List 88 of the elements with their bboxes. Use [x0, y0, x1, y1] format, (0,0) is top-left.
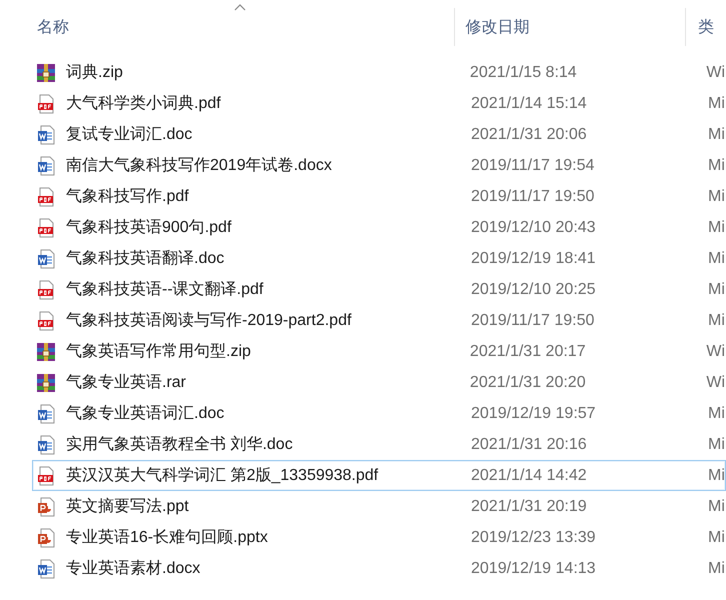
file-name: 大气科学类小词典.pdf: [66, 94, 221, 114]
modified-date: 2021/1/15 8:14: [468, 64, 578, 82]
modified-date: 2021/1/14 14:42: [470, 466, 588, 484]
modified-date: 2021/1/31 20:16: [470, 436, 588, 454]
file-row[interactable]: 气象科技英语翻译.doc 2019/12/19 18:41 Mi: [32, 243, 726, 274]
file-name: 英文摘要写法.ppt: [66, 496, 189, 517]
file-type: Mi: [707, 498, 725, 516]
pdf-file-icon: [36, 186, 56, 206]
pdf-file-icon: [36, 94, 56, 114]
archive-icon: [36, 62, 56, 82]
modified-date: 2019/12/19 19:57: [470, 404, 597, 422]
modified-date: 2021/1/31 20:17: [468, 342, 587, 360]
file-name: 气象科技英语翻译.doc: [66, 248, 224, 269]
file-row[interactable]: 英文摘要写法.ppt 2021/1/31 20:19 Mi: [32, 491, 726, 522]
file-type: Mi: [707, 436, 725, 454]
file-type: Mi: [707, 312, 725, 330]
word-document-icon: [36, 558, 56, 578]
file-name: 气象科技英语900句.pdf: [66, 218, 232, 238]
pdf-file-icon: [36, 466, 56, 486]
file-row[interactable]: 大气科学类小词典.pdf 2021/1/14 15:14 Mi: [32, 88, 726, 119]
file-type: Wi: [705, 64, 725, 82]
modified-date: 2019/11/17 19:50: [470, 188, 596, 206]
file-row-highlight[interactable]: 英汉汉英大气科学词汇 第2版_13359938.pdf 2021/1/14 14:42 Mi: [32, 460, 726, 491]
modified-date: 2019/11/17 19:50: [470, 312, 596, 330]
pdf-file-icon: [36, 218, 56, 238]
pdf-file-icon: [36, 310, 56, 330]
archive-icon: [36, 342, 56, 362]
file-type: Mi: [707, 188, 725, 206]
file-row[interactable]: 气象专业英语词汇.doc 2019/12/19 19:57 Mi: [32, 398, 726, 429]
word-document-icon: [36, 124, 56, 144]
word-document-icon: [36, 248, 56, 268]
file-type: Mi: [707, 218, 725, 236]
modified-date: 2021/1/31 20:06: [470, 126, 588, 144]
file-name: 专业英语素材.docx: [66, 558, 200, 579]
file-row[interactable]: 气象科技英语阅读与写作-2019-part2.pdf 2019/11/17 19:50 Mi: [32, 305, 726, 336]
modified-date: 2021/1/31 20:20: [468, 374, 587, 392]
file-name: 词典.zip: [66, 62, 123, 83]
file-row[interactable]: 专业英语16-长难句回顾.pptx 2019/12/23 13:39 Mi: [32, 522, 726, 553]
file-name: 南信大气象科技写作2019年试卷.docx: [66, 156, 332, 176]
file-name: 气象英语写作常用句型.zip: [66, 342, 251, 362]
file-row[interactable]: 气象科技英语--课文翻译.pdf 2019/12/10 20:25 Mi: [32, 274, 726, 305]
modified-date: 2019/12/19 14:13: [470, 560, 597, 578]
modified-date: 2019/12/23 13:39: [470, 528, 597, 546]
column-header[interactable]: 修改日期: [455, 8, 686, 46]
file-name: 专业英语16-长难句回顾.pptx: [66, 528, 268, 548]
file-name: 英汉汉英大气科学词汇 第2版_13359938.pdf: [66, 466, 378, 486]
word-document-icon: [36, 156, 56, 176]
file-type: Mi: [707, 126, 725, 144]
file-row[interactable]: 实用气象英语教程全书 刘华.doc 2021/1/31 20:16 Mi: [32, 429, 726, 460]
modified-date: 2021/1/31 20:19: [470, 498, 588, 516]
modified-date: 2019/12/19 18:41: [470, 250, 597, 268]
file-row[interactable]: 南信大气象科技写作2019年试卷.docx 2019/11/17 19:54 Mi: [32, 150, 726, 181]
file-type: Wi: [705, 342, 725, 360]
modified-date: 2019/11/17 19:54: [470, 156, 596, 174]
file-row[interactable]: 气象英语写作常用句型.zip 2021/1/31 20:17 Wi: [32, 336, 726, 367]
file-name: 气象专业英语词汇.doc: [66, 404, 224, 424]
file-type: Mi: [707, 94, 725, 112]
file-type: Mi: [707, 560, 725, 578]
powerpoint-file-icon: [36, 528, 56, 548]
file-name: 实用气象英语教程全书 刘华.doc: [66, 434, 293, 455]
file-type: Mi: [707, 528, 725, 546]
file-row[interactable]: 词典.zip 2021/1/15 8:14 Wi: [32, 57, 726, 88]
word-document-icon: [36, 404, 56, 424]
file-row[interactable]: 气象科技英语900句.pdf 2019/12/10 20:43 Mi: [32, 212, 726, 243]
file-row[interactable]: 专业英语素材.docx 2019/12/19 14:13 Mi: [32, 553, 726, 584]
modified-date: 2019/12/10 20:43: [470, 218, 597, 236]
file-name: 气象科技英语阅读与写作-2019-part2.pdf: [66, 310, 352, 331]
word-document-icon: [36, 434, 56, 454]
modified-date: 2021/1/14 15:14: [470, 94, 588, 112]
column-header[interactable]: 名称: [32, 8, 456, 46]
file-name: 气象科技英语--课文翻译.pdf: [66, 280, 264, 300]
file-type: Mi: [707, 404, 725, 422]
column-header[interactable]: 类: [686, 8, 726, 46]
file-type: Wi: [705, 374, 725, 392]
file-row[interactable]: 复试专业词汇.doc 2021/1/31 20:06 Mi: [32, 119, 726, 150]
file-row[interactable]: 气象科技写作.pdf 2019/11/17 19:50 Mi: [32, 181, 726, 212]
file-type: Mi: [707, 156, 725, 174]
archive-icon: [36, 372, 56, 392]
powerpoint-file-icon: [36, 496, 56, 516]
file-name: 气象科技写作.pdf: [66, 186, 189, 207]
file-name: 气象专业英语.rar: [66, 372, 186, 393]
file-name: 复试专业词汇.doc: [66, 124, 192, 145]
modified-date: 2019/12/10 20:25: [470, 280, 597, 298]
file-row[interactable]: 气象专业英语.rar 2021/1/31 20:20 Wi: [32, 367, 726, 398]
file-type: Mi: [707, 466, 725, 484]
file-type: Mi: [707, 250, 725, 268]
pdf-file-icon: [36, 280, 56, 300]
file-type: Mi: [707, 280, 725, 298]
